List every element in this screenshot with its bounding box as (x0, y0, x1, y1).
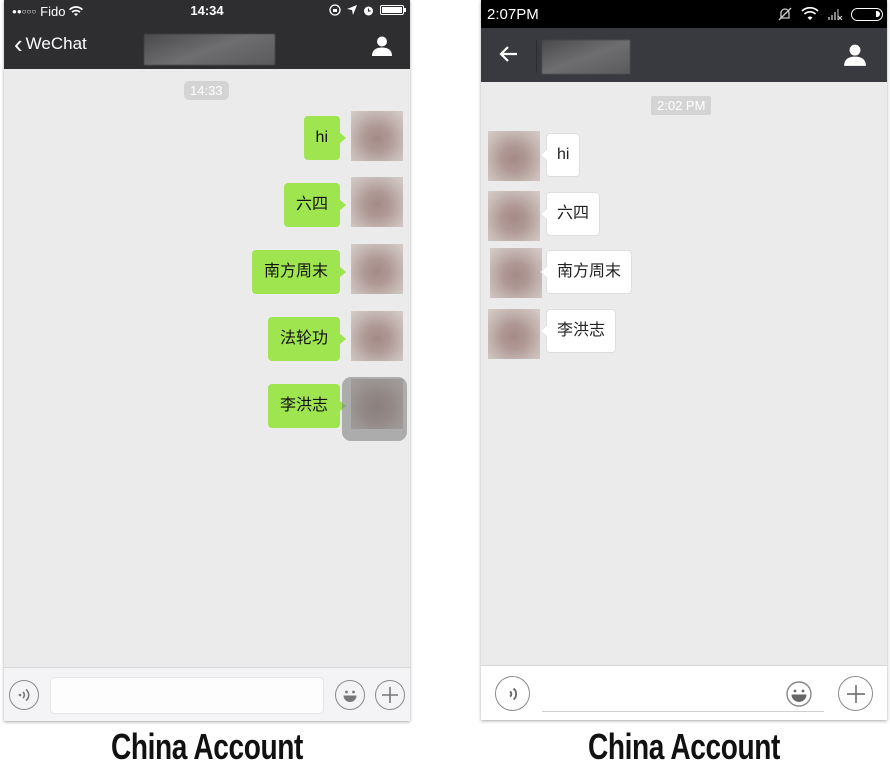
contact-name-redacted (542, 40, 630, 74)
message-timestamp: 14:33 (184, 81, 229, 100)
avatar-pressed-highlight (342, 377, 407, 441)
voice-input-button[interactable] (9, 680, 39, 710)
plus-icon (382, 687, 398, 703)
input-toolbar (481, 665, 887, 720)
status-bar: 2:07PM (481, 0, 887, 28)
avatar[interactable] (488, 191, 540, 241)
ios-wechat-screen: ●●○○○ Fido 14:34 ‹ WeChat 14:33 hi 六四 南方… (4, 0, 410, 721)
message-input[interactable] (50, 677, 324, 714)
more-options-button[interactable] (838, 676, 873, 711)
message-bubble[interactable]: 法轮功 (267, 317, 347, 361)
cell-signal-icon (828, 9, 843, 21)
caption-ios: China Account (110, 726, 304, 767)
avatar[interactable] (488, 131, 540, 181)
avatar[interactable] (351, 111, 403, 161)
alarm-icon (364, 6, 373, 15)
nav-bar: ‹ WeChat (4, 22, 410, 69)
message-bubble[interactable]: 李洪志 (267, 384, 347, 428)
message-bubble[interactable]: 六四 (539, 192, 601, 236)
contact-profile-icon[interactable] (371, 35, 393, 57)
contact-profile-icon[interactable] (843, 43, 867, 67)
back-arrow-icon[interactable] (497, 42, 521, 66)
avatar[interactable] (351, 311, 403, 361)
message-bubble[interactable]: hi (303, 116, 347, 160)
input-toolbar (4, 667, 410, 721)
message-bubble[interactable]: 六四 (283, 183, 347, 227)
message-bubble[interactable]: hi (539, 133, 581, 177)
contact-name-redacted (144, 34, 275, 65)
battery-icon (380, 5, 406, 15)
wifi-icon (801, 7, 819, 20)
avatar[interactable] (490, 248, 542, 298)
voice-input-button[interactable] (495, 676, 530, 711)
back-label: WeChat (25, 34, 87, 53)
status-time: 2:07PM (487, 6, 539, 23)
nav-divider (536, 40, 537, 72)
android-wechat-screen: 2:07PM 2:02 PM hi 六四 南方周末 李洪志 (481, 0, 887, 720)
voice-icon (508, 687, 517, 700)
avatar[interactable] (351, 177, 403, 227)
message-bubble[interactable]: 南方周末 (251, 250, 347, 294)
chevron-left-icon: ‹ (14, 29, 23, 59)
notifications-muted-icon (778, 7, 792, 21)
smiley-icon (343, 690, 357, 702)
nav-bar (481, 28, 887, 82)
message-timestamp: 2:02 PM (651, 96, 712, 115)
rotation-lock-icon (329, 4, 341, 16)
status-bar: ●●○○○ Fido 14:34 (4, 0, 410, 22)
more-options-button[interactable] (375, 680, 405, 710)
plus-icon (846, 684, 865, 703)
message-bubble[interactable]: 南方周末 (539, 250, 633, 294)
emoji-button[interactable] (786, 681, 812, 707)
back-button[interactable]: ‹ WeChat (14, 29, 87, 59)
location-icon (347, 5, 357, 15)
message-input[interactable] (542, 676, 824, 712)
voice-icon (18, 688, 30, 702)
emoji-button[interactable] (335, 680, 365, 710)
battery-icon (851, 7, 883, 21)
message-bubble[interactable]: 李洪志 (539, 309, 617, 353)
avatar[interactable] (351, 244, 403, 294)
avatar[interactable] (488, 309, 540, 359)
caption-android: China Account (587, 726, 781, 767)
